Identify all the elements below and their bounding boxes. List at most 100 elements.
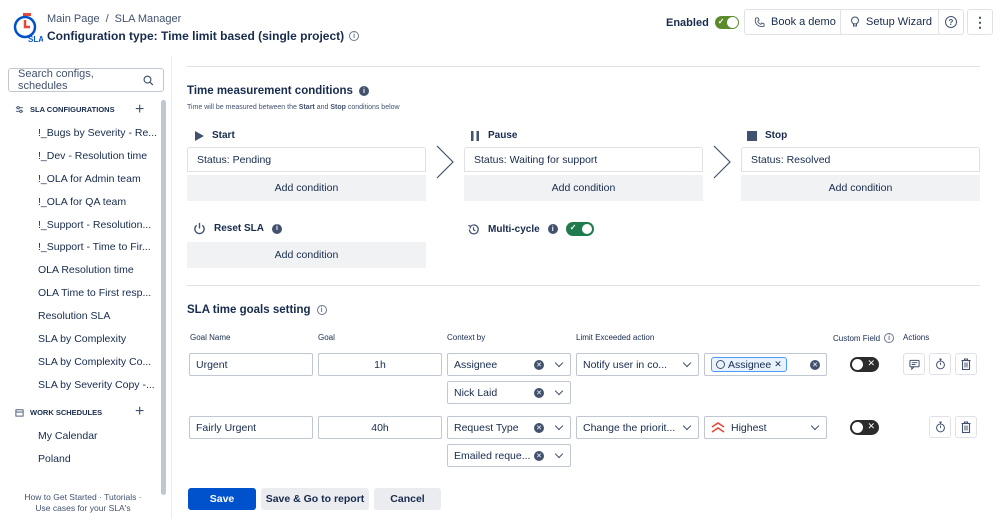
more-menu-button[interactable]: ⋮ [967, 9, 993, 35]
limit-action-select[interactable]: Notify user in co... [576, 353, 699, 376]
app-header: SLA Main Page / SLA Manager Configuratio… [0, 0, 999, 52]
context-value: Assignee [454, 358, 498, 371]
limit-action-value: Notify user in co... [583, 358, 668, 371]
sidebar-item-config[interactable]: OLA Time to First resp... [38, 287, 151, 299]
sidebar-item-config[interactable]: !_Bugs by Severity - Re... [38, 127, 157, 139]
clear-icon[interactable]: ✕ [534, 359, 544, 370]
enabled-toggle-wrap: Enabled ✓ [666, 16, 739, 29]
pause-condition[interactable]: Status: Waiting for support [464, 147, 703, 172]
remove-tag-icon[interactable]: ✕ [774, 359, 782, 370]
context-select[interactable]: Request Type ✕ [447, 416, 571, 439]
chevron-down-icon [810, 421, 820, 431]
clear-icon[interactable]: ✕ [810, 359, 820, 370]
pause-add-condition-button[interactable]: Add condition [464, 175, 703, 201]
context-select[interactable]: Assignee ✕ [447, 353, 571, 376]
enabled-toggle[interactable]: ✓ [714, 16, 739, 29]
timer-action-button[interactable] [929, 416, 951, 438]
custom-field-toggle[interactable]: ✕ [850, 357, 879, 372]
sidebar-item-config[interactable]: Resolution SLA [38, 310, 110, 322]
limit-action-value: Change the priorit... [583, 421, 676, 434]
save-button[interactable]: Save [188, 488, 256, 510]
clear-icon[interactable]: ✕ [534, 387, 544, 398]
sidebar-scrollbar[interactable] [161, 100, 166, 495]
reset-add-condition-button[interactable]: Add condition [187, 242, 426, 268]
cancel-button[interactable]: Cancel [374, 488, 441, 510]
stop-condition[interactable]: Status: Resolved [741, 147, 980, 172]
info-icon[interactable]: i [358, 86, 369, 96]
add-configuration-icon[interactable]: + [135, 102, 144, 118]
breadcrumb-main-page[interactable]: Main Page [47, 13, 100, 25]
goal-time-input[interactable]: 1h [318, 353, 442, 376]
assignee-tag: Assignee ✕ [711, 357, 787, 372]
goal-name-input[interactable]: Urgent [189, 353, 313, 376]
save-and-report-button[interactable]: Save & Go to report [261, 488, 369, 510]
context-value: Emailed reque... [454, 449, 531, 462]
context-value-select[interactable]: Emailed reque... ✕ [447, 444, 571, 467]
start-add-condition-button[interactable]: Add condition [187, 175, 426, 201]
delete-action-button[interactable] [955, 416, 977, 438]
info-icon[interactable]: i [884, 333, 895, 343]
clear-icon[interactable]: ✕ [534, 450, 544, 461]
subtitle-text: Time will be measured between the [187, 104, 299, 111]
action-target-select[interactable]: Assignee ✕ ✕ [704, 353, 827, 376]
footer-links-line1[interactable]: How to Get Started · Tutorials · [8, 492, 158, 503]
subtitle-stop: Stop [330, 104, 346, 111]
help-button[interactable]: ? [938, 9, 964, 35]
assignee-tag-label: Assignee [728, 358, 772, 371]
limit-action-select[interactable]: Change the priorit... [576, 416, 699, 439]
sidebar-item-config[interactable]: SLA by Complexity Co... [38, 356, 151, 368]
sidebar-item-schedule[interactable]: My Calendar [38, 430, 98, 442]
multicycle-toggle[interactable]: ✓ [565, 222, 594, 236]
goals-title-text: SLA time goals setting [187, 304, 311, 316]
stop-add-condition-button[interactable]: Add condition [741, 175, 980, 201]
sidebar-item-schedule[interactable]: Poland [38, 453, 71, 465]
time-measurement-title-text: Time measurement conditions [187, 85, 353, 97]
info-icon[interactable]: i [316, 305, 327, 315]
sidebar-item-config[interactable]: !_Support - Time to Fir... [38, 241, 151, 253]
sidebar-item-config[interactable]: !_Dev - Resolution time [38, 150, 147, 162]
stop-header: Stop [747, 130, 787, 141]
context-value: Nick Laid [454, 386, 498, 399]
more-vertical-icon: ⋮ [973, 14, 987, 30]
action-target-tags: Assignee ✕ [711, 357, 810, 372]
work-schedules-title: WORK SCHEDULES [30, 408, 103, 417]
priority-select[interactable]: Highest [704, 416, 827, 439]
footer-links-line2[interactable]: Use cases for your SLA's [8, 503, 158, 514]
column-header-context: Context by [447, 333, 486, 342]
delete-action-button[interactable] [955, 353, 977, 375]
sidebar-item-config[interactable]: !_Support - Resolution... [38, 219, 151, 231]
time-measurement-title: Time measurement conditions i [187, 85, 369, 97]
enabled-label: Enabled [666, 16, 709, 29]
play-icon [195, 130, 204, 141]
search-input[interactable]: Search configs, schedules [8, 68, 164, 92]
timer-action-button[interactable] [929, 353, 951, 375]
clear-icon[interactable]: ✕ [534, 422, 544, 433]
sidebar-item-config[interactable]: OLA Resolution time [38, 264, 134, 276]
book-demo-button[interactable]: Book a demo [744, 9, 846, 35]
sidebar-item-config[interactable]: SLA by Severity Copy -... [38, 379, 155, 391]
page-title: Configuration type: Time limit based (si… [47, 29, 360, 43]
subtitle-start: Start [298, 104, 315, 111]
custom-field-toggle[interactable]: ✕ [850, 420, 879, 435]
goal-name-input[interactable]: Fairly Urgent [189, 416, 313, 439]
setup-wizard-button[interactable]: Setup Wizard [840, 9, 943, 35]
info-icon[interactable]: i [547, 224, 558, 234]
subtitle-text: conditions below [345, 104, 400, 111]
section-divider [187, 285, 980, 286]
add-schedule-icon[interactable]: + [135, 404, 144, 420]
info-icon[interactable]: i [272, 223, 283, 234]
info-icon[interactable]: i [349, 31, 360, 41]
start-condition[interactable]: Status: Pending [187, 147, 426, 172]
stop-icon [747, 130, 757, 141]
sidebar-item-config[interactable]: SLA by Complexity [38, 333, 126, 345]
comment-action-button[interactable] [903, 353, 925, 375]
pause-header: Pause [470, 130, 517, 141]
multicycle-label: Multi-cycle [488, 223, 540, 235]
breadcrumb-sla-manager[interactable]: SLA Manager [115, 13, 182, 25]
sliders-icon [15, 106, 24, 113]
sidebar-item-config[interactable]: !_OLA for QA team [38, 196, 126, 208]
context-value-select[interactable]: Nick Laid ✕ [447, 381, 571, 404]
sidebar-item-config[interactable]: !_OLA for Admin team [38, 173, 141, 185]
goal-time-input[interactable]: 40h [318, 416, 442, 439]
setup-wizard-label: Setup Wizard [866, 16, 933, 28]
